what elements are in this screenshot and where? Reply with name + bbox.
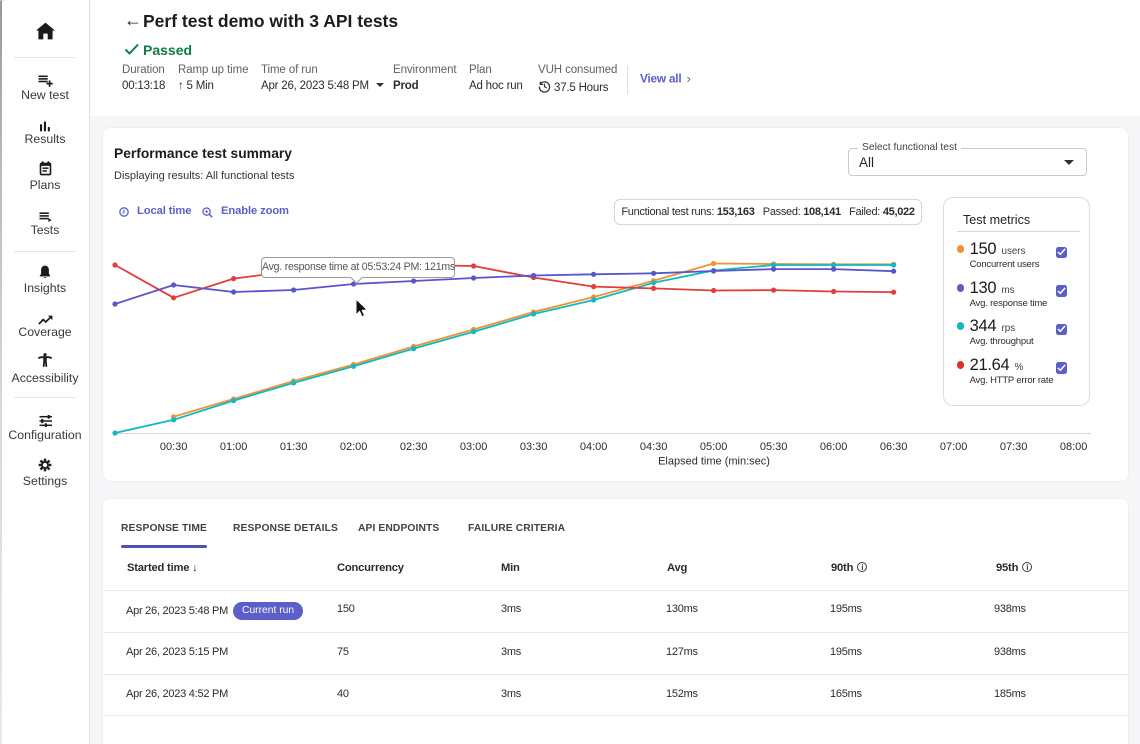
svg-text:07:30: 07:30 [1000,441,1028,453]
svg-text:02:00: 02:00 [340,441,368,453]
svg-text:05:00: 05:00 [700,441,728,453]
svg-text:01:30: 01:30 [280,441,308,453]
svg-text:05:30: 05:30 [760,441,788,453]
svg-text:04:30: 04:30 [640,441,668,453]
svg-text:02:30: 02:30 [400,441,428,453]
svg-text:04:00: 04:00 [580,441,608,453]
svg-text:03:30: 03:30 [520,441,548,453]
svg-text:08:00: 08:00 [1060,441,1088,453]
svg-text:00:30: 00:30 [160,441,188,453]
svg-text:Elapsed time (min:sec): Elapsed time (min:sec) [658,456,770,468]
svg-text:03:00: 03:00 [460,441,488,453]
svg-text:01:00: 01:00 [220,441,248,453]
svg-text:06:30: 06:30 [880,441,908,453]
svg-text:06:00: 06:00 [820,441,848,453]
svg-text:07:00: 07:00 [940,441,968,453]
